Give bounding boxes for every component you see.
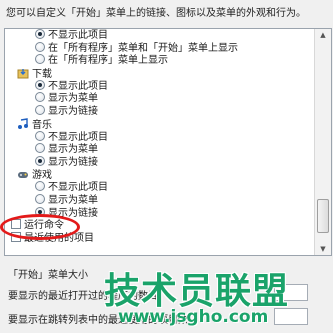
radio-button[interactable] <box>35 181 45 192</box>
radio-option[interactable]: 显示为菜单 <box>35 143 98 155</box>
option-label: 显示为菜单 <box>48 93 98 105</box>
games-icon <box>17 168 29 180</box>
radio-button[interactable] <box>35 41 45 52</box>
radio-option[interactable]: 不显示此项目 <box>35 130 108 143</box>
radio-button[interactable] <box>35 29 45 39</box>
radio-button[interactable] <box>35 79 45 90</box>
radio-button[interactable] <box>35 54 45 65</box>
radio-option[interactable]: 显示为菜单 <box>35 92 98 104</box>
download-folder-icon <box>17 67 29 79</box>
scroll-down-icon[interactable]: ▼ <box>318 245 328 253</box>
radio-button[interactable] <box>35 105 45 115</box>
highlight-circle <box>0 214 80 240</box>
scroll-up-icon[interactable]: ▲ <box>318 31 328 39</box>
radio-button[interactable] <box>35 143 45 154</box>
option-label: 不显示此项目 <box>48 182 108 194</box>
category-heading: 游戏 <box>17 168 52 182</box>
start-menu-size-label: 「开始」菜单大小 <box>8 270 88 281</box>
radio-option[interactable]: 显示为菜单 <box>35 194 98 206</box>
watermark-url: www.jsgho.com <box>118 307 269 327</box>
radio-option[interactable]: 不显示此项目 <box>35 29 108 41</box>
music-icon <box>17 117 29 130</box>
intro-text: 您可以自定义「开始」菜单上的链接、图标以及菜单的外观和行为。 <box>6 8 306 19</box>
option-label: 不显示此项目 <box>48 80 108 92</box>
scroll-thumb[interactable] <box>317 199 329 233</box>
radio-option[interactable]: 不显示此项目 <box>35 181 108 193</box>
option-label: 显示为菜单 <box>48 195 98 206</box>
option-label: 显示为菜单 <box>48 144 98 156</box>
radio-button[interactable] <box>35 194 45 204</box>
option-label: 不显示此项目 <box>48 131 108 143</box>
option-label: 在「所有程序」菜单和「开始」菜单上显示 <box>48 42 238 54</box>
option-label: 下载 <box>32 68 52 80</box>
radio-option[interactable]: 在「所有程序」菜单和「开始」菜单上显示 <box>35 41 238 54</box>
radio-option[interactable]: 显示为链接 <box>35 155 98 168</box>
radio-option[interactable]: 在「所有程序」菜单上显示 <box>35 54 168 66</box>
option-label: 音乐 <box>32 119 52 131</box>
option-label: 游戏 <box>32 170 52 182</box>
category-heading: 下载 <box>17 67 52 80</box>
scrollbar[interactable]: ▲ ▼ <box>314 29 331 255</box>
radio-button[interactable] <box>35 155 45 166</box>
option-label: 在「所有程序」菜单上显示 <box>48 55 168 67</box>
option-label: 显示为链接 <box>48 156 98 168</box>
radio-button[interactable] <box>35 130 45 141</box>
category-heading: 音乐 <box>17 117 52 131</box>
radio-option[interactable]: 显示为链接 <box>35 105 98 117</box>
option-label: 显示为链接 <box>48 106 98 117</box>
radio-button[interactable] <box>35 92 45 103</box>
option-label: 不显示此项目 <box>48 30 108 41</box>
radio-option[interactable]: 不显示此项目 <box>35 79 108 92</box>
